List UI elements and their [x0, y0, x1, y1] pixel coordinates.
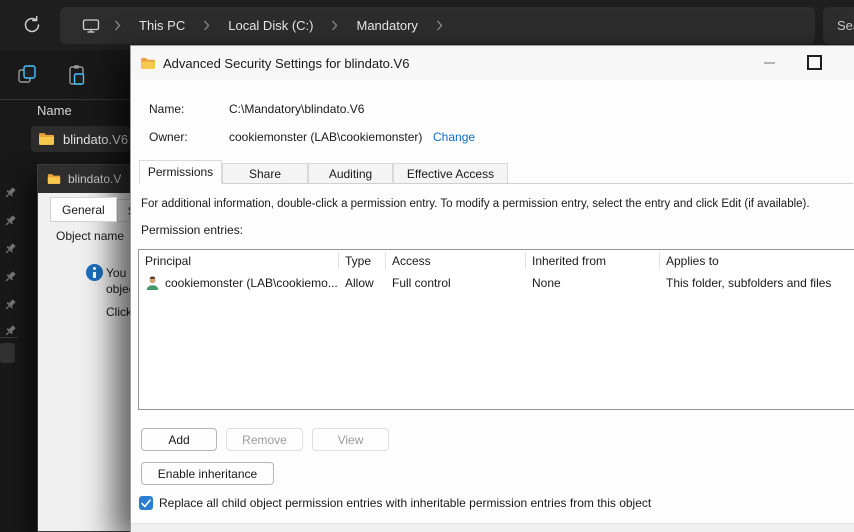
this-pc-icon	[82, 18, 100, 34]
permissions-description: For additional information, double-click…	[141, 198, 810, 210]
cell-principal: cookiemonster (LAB\cookiemo...	[165, 276, 338, 290]
enable-inheritance-button[interactable]: Enable inheritance	[141, 462, 274, 485]
tab-auditing[interactable]: Auditing	[308, 163, 393, 184]
folder-icon	[47, 173, 61, 185]
cell-type: Allow	[345, 276, 374, 290]
rail-selected-item[interactable]	[0, 343, 15, 363]
column-header-principal[interactable]: Principal	[139, 252, 339, 270]
minimize-button[interactable]	[764, 62, 775, 64]
breadcrumb-local-disk-c[interactable]: Local Disk (C:)	[224, 18, 317, 33]
address-bar[interactable]: This PC Local Disk (C:) Mandatory	[60, 7, 815, 44]
object-name-label: Object name	[56, 229, 125, 243]
chevron-right-icon	[317, 20, 352, 31]
table-row[interactable]: cookiemonster (LAB\cookiemo... Allow Ful…	[139, 272, 854, 294]
chevron-right-icon	[189, 20, 224, 31]
pin-icon[interactable]	[3, 324, 17, 338]
permission-entries-label: Permission entries:	[141, 223, 244, 237]
name-label: Name:	[149, 102, 185, 116]
cell-access: Full control	[392, 276, 451, 290]
tab-permissions[interactable]: Permissions	[139, 160, 222, 184]
dialog-footer	[131, 523, 854, 532]
search-input[interactable]: Sea	[823, 7, 854, 44]
toolbar-divider	[0, 99, 130, 100]
breadcrumb-this-pc[interactable]: This PC	[135, 18, 189, 33]
folder-icon	[140, 57, 156, 70]
maximize-button[interactable]	[807, 55, 822, 70]
permission-entries-table[interactable]: Principal Type Access Inherited from App…	[138, 249, 854, 410]
replace-permissions-row[interactable]: Replace all child object permission entr…	[139, 496, 651, 510]
name-value: C:\Mandatory\blindato.V6	[229, 102, 365, 116]
advanced-security-dialog: Advanced Security Settings for blindato.…	[130, 45, 854, 532]
copy-icon[interactable]	[14, 62, 40, 88]
rail-divider	[0, 337, 18, 338]
view-button[interactable]: View	[312, 428, 389, 451]
tab-strip-edge	[508, 160, 853, 184]
column-header-name[interactable]: Name	[37, 103, 72, 118]
pin-icon[interactable]	[3, 270, 17, 284]
dialog-title-bar: Advanced Security Settings for blindato.…	[131, 46, 854, 80]
breadcrumb-mandatory[interactable]: Mandatory	[352, 18, 421, 33]
pin-icon[interactable]	[3, 242, 17, 256]
tab-effective-access[interactable]: Effective Access	[393, 163, 508, 184]
owner-label: Owner:	[149, 130, 188, 144]
search-text: Sea	[837, 18, 854, 33]
column-header-access[interactable]: Access	[386, 252, 526, 270]
info-icon	[86, 264, 103, 281]
pin-icon[interactable]	[3, 214, 17, 228]
chevron-right-icon	[422, 20, 457, 31]
change-owner-link[interactable]: Change	[433, 130, 475, 144]
properties-title: blindato.V	[68, 172, 122, 186]
file-item-label: blindato.V6	[63, 131, 129, 147]
paste-icon[interactable]	[64, 62, 90, 88]
security-tabs: Permissions Share Auditing Effective Acc…	[139, 160, 853, 184]
pin-icon[interactable]	[3, 186, 17, 200]
file-item-blindato[interactable]: blindato.V6	[31, 126, 130, 152]
owner-value: cookiemonster (LAB\cookiemonster)	[229, 130, 423, 144]
explorer-topbar: This PC Local Disk (C:) Mandatory Sea	[0, 0, 854, 50]
tab-share[interactable]: Share	[222, 163, 308, 184]
checkbox-checked[interactable]	[139, 496, 153, 510]
cell-inherited-from: None	[532, 276, 561, 290]
replace-checkbox-label: Replace all child object permission entr…	[159, 496, 652, 510]
user-icon	[145, 275, 160, 291]
check-icon	[141, 498, 151, 507]
tab-general[interactable]: General	[50, 197, 117, 222]
chevron-right-icon	[100, 20, 135, 31]
cell-applies-to: This folder, subfolders and files	[666, 276, 832, 290]
pin-icon[interactable]	[3, 298, 17, 312]
desktop: This PC Local Disk (C:) Mandatory Sea	[0, 0, 854, 532]
refresh-icon[interactable]	[21, 14, 43, 36]
column-header-inherited-from[interactable]: Inherited from	[526, 252, 660, 270]
table-header-row: Principal Type Access Inherited from App…	[139, 250, 854, 272]
column-header-type[interactable]: Type	[339, 252, 386, 270]
remove-button[interactable]: Remove	[226, 428, 303, 451]
add-button[interactable]: Add	[141, 428, 217, 451]
column-header-applies-to[interactable]: Applies to	[660, 252, 854, 270]
dialog-title: Advanced Security Settings for blindato.…	[163, 55, 410, 71]
folder-icon	[38, 132, 55, 146]
